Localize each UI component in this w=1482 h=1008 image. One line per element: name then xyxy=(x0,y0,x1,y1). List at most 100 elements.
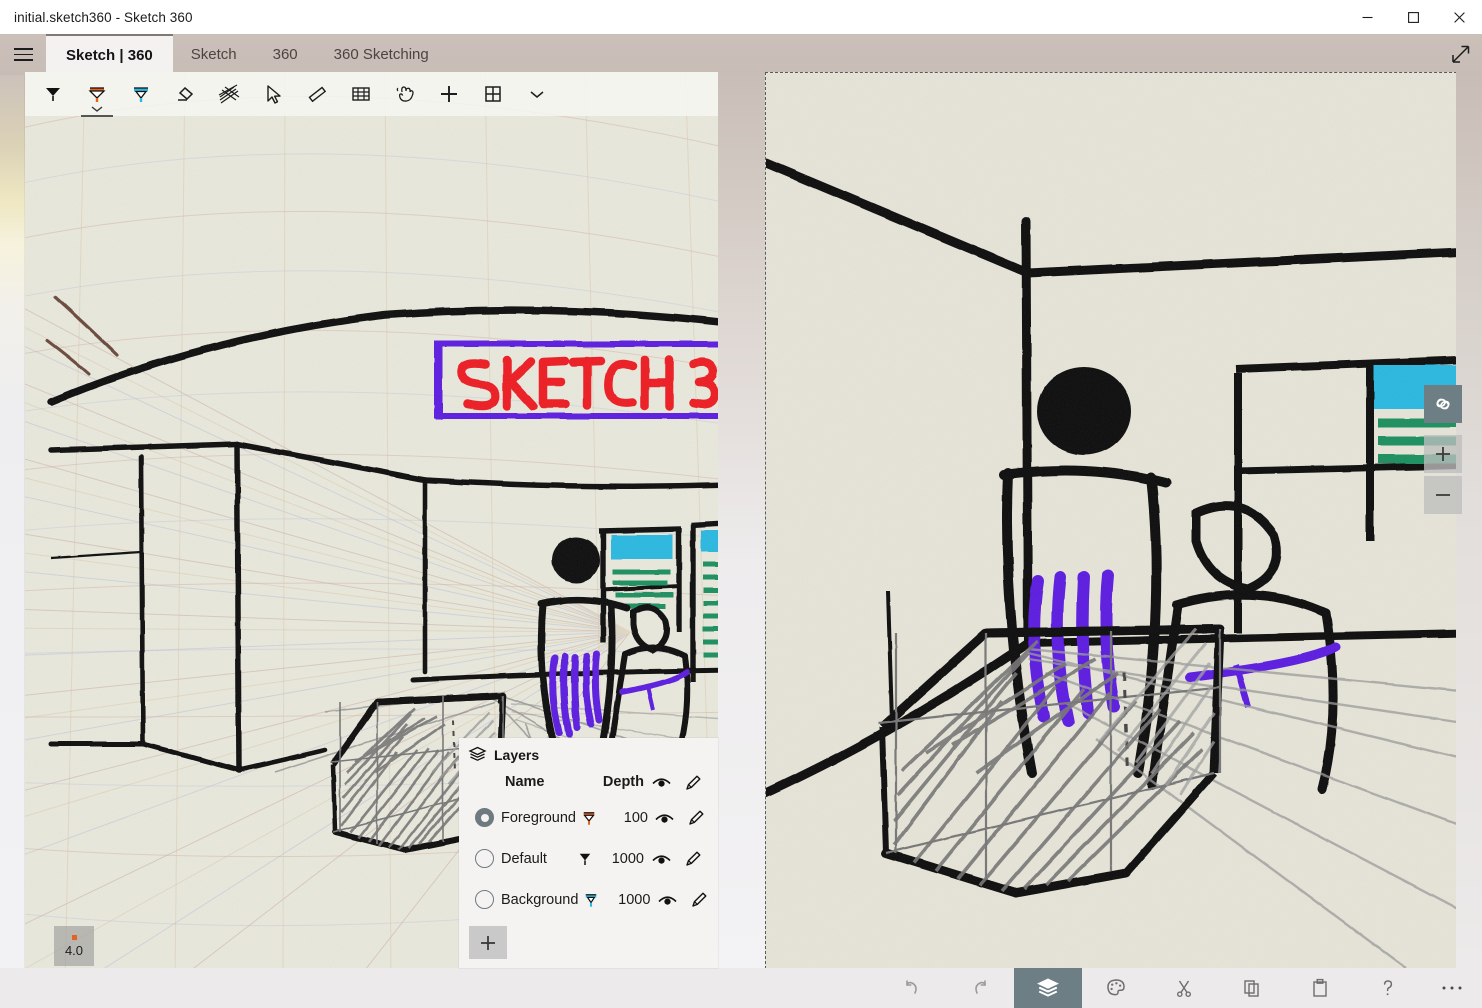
tab-360-sketching[interactable]: 360 Sketching xyxy=(316,34,447,75)
drawing-toolbar xyxy=(25,72,718,116)
layer-select-radio[interactable] xyxy=(475,890,494,909)
maximize-button[interactable] xyxy=(1390,0,1436,34)
tab-label: 360 Sketching xyxy=(334,46,429,63)
eye-icon xyxy=(655,811,674,825)
plus-icon xyxy=(1433,444,1453,464)
layer-pen-icon-cell xyxy=(572,850,598,868)
close-button[interactable] xyxy=(1436,0,1482,34)
layer-depth: 100 xyxy=(602,810,650,826)
zoom-out-button[interactable] xyxy=(1424,476,1462,514)
layer-row-default[interactable]: Default 1000 xyxy=(467,838,710,879)
help-button[interactable] xyxy=(1354,968,1422,1008)
layers-icon xyxy=(1037,977,1059,999)
pan-tool[interactable] xyxy=(385,74,425,114)
pen-black-tool[interactable] xyxy=(33,74,73,114)
minus-icon xyxy=(1433,485,1453,505)
preview-artwork xyxy=(766,73,1481,968)
tab-strip: Sketch | 360 Sketch 360 360 Sketching xyxy=(0,34,1482,75)
erase-all-tool[interactable] xyxy=(209,74,249,114)
layer-depth: 1000 xyxy=(598,851,646,867)
more-tools-chevron[interactable] xyxy=(517,74,557,114)
app-window: initial.sketch360 - Sketch 360 Sketch | … xyxy=(0,0,1482,1008)
link-views-button[interactable] xyxy=(1424,385,1462,423)
select-tool[interactable] xyxy=(253,74,293,114)
layer-visibility-toggle[interactable] xyxy=(646,852,676,866)
layer-select-radio[interactable] xyxy=(475,808,494,827)
layout-grid-icon xyxy=(482,83,504,105)
ruler-icon xyxy=(305,82,329,106)
bottom-command-bar xyxy=(0,968,1482,1008)
pencil-icon xyxy=(684,849,703,868)
column-header-name: Name xyxy=(501,774,572,790)
pen-blue-icon xyxy=(582,891,600,909)
panel-divider xyxy=(718,72,765,969)
layers-title-label: Layers xyxy=(494,747,539,763)
ruler-tool[interactable] xyxy=(297,74,337,114)
pen-black-icon xyxy=(41,82,65,106)
copy-icon xyxy=(1241,977,1263,999)
cut-button[interactable] xyxy=(1150,968,1218,1008)
more-button[interactable] xyxy=(1422,968,1482,1008)
tab-label: Sketch | 360 xyxy=(66,47,153,64)
chevron-down-icon xyxy=(90,105,104,113)
column-header-visibility xyxy=(646,775,676,789)
layers-panel: Layers Name Depth xyxy=(459,738,718,968)
undo-button[interactable] xyxy=(878,968,946,1008)
preview-360-panel[interactable] xyxy=(765,72,1482,969)
layer-edit-button[interactable] xyxy=(682,890,716,909)
pen-black-icon xyxy=(576,850,594,868)
crosshair-icon xyxy=(437,82,461,106)
eraser-tool[interactable] xyxy=(165,74,205,114)
grid-tool[interactable] xyxy=(341,74,381,114)
cursor-arrow-icon xyxy=(262,83,284,105)
pencil-icon xyxy=(684,773,703,792)
palette-icon xyxy=(1105,977,1127,999)
layer-edit-button[interactable] xyxy=(680,808,714,827)
left-gradient-rail xyxy=(0,75,25,968)
layers-button[interactable] xyxy=(1014,968,1082,1008)
layer-row-background[interactable]: Background 1000 xyxy=(467,879,710,920)
pen-orange-icon xyxy=(85,82,109,106)
layer-name: Default xyxy=(501,851,572,867)
link-icon xyxy=(1432,393,1454,415)
expand-icon[interactable] xyxy=(1438,34,1482,75)
paste-button[interactable] xyxy=(1286,968,1354,1008)
paste-icon xyxy=(1309,977,1331,999)
pencil-icon xyxy=(690,890,709,909)
tab-360[interactable]: 360 xyxy=(255,34,316,75)
minimize-button[interactable] xyxy=(1344,0,1390,34)
layer-visibility-toggle[interactable] xyxy=(652,893,682,907)
copy-button[interactable] xyxy=(1218,968,1286,1008)
window-controls xyxy=(1344,0,1482,34)
layer-row-foreground[interactable]: Foreground 100 xyxy=(467,797,710,838)
tab-sketch-360[interactable]: Sketch | 360 xyxy=(46,34,173,75)
layers-header-row: Name Depth xyxy=(467,767,710,797)
chevron-down-icon xyxy=(528,88,546,100)
hand-pan-icon xyxy=(393,82,417,106)
undo-icon xyxy=(901,977,923,999)
window-title: initial.sketch360 - Sketch 360 xyxy=(0,10,193,25)
plus-icon xyxy=(478,933,498,953)
redo-button[interactable] xyxy=(946,968,1014,1008)
layer-edit-button[interactable] xyxy=(676,849,710,868)
layer-name: Background xyxy=(501,892,578,908)
zoom-in-button[interactable] xyxy=(1424,435,1462,473)
tab-label: Sketch xyxy=(191,46,237,63)
pen-blue-tool[interactable] xyxy=(121,74,161,114)
palette-button[interactable] xyxy=(1082,968,1150,1008)
pen-orange-tool[interactable] xyxy=(77,74,117,114)
tab-sketch[interactable]: Sketch xyxy=(173,34,255,75)
eye-icon xyxy=(652,852,671,866)
menu-icon[interactable] xyxy=(0,34,46,75)
add-layer-button[interactable] xyxy=(469,926,507,959)
brush-size-indicator[interactable]: 4.0 xyxy=(54,926,94,966)
redo-icon xyxy=(969,977,991,999)
layout-tool[interactable] xyxy=(473,74,513,114)
layer-visibility-toggle[interactable] xyxy=(650,811,680,825)
layer-name: Foreground xyxy=(501,810,576,826)
pen-blue-icon xyxy=(129,82,153,106)
pencil-icon xyxy=(687,808,706,827)
layer-select-radio[interactable] xyxy=(475,849,494,868)
grid-icon xyxy=(350,83,372,105)
crosshair-tool[interactable] xyxy=(429,74,469,114)
